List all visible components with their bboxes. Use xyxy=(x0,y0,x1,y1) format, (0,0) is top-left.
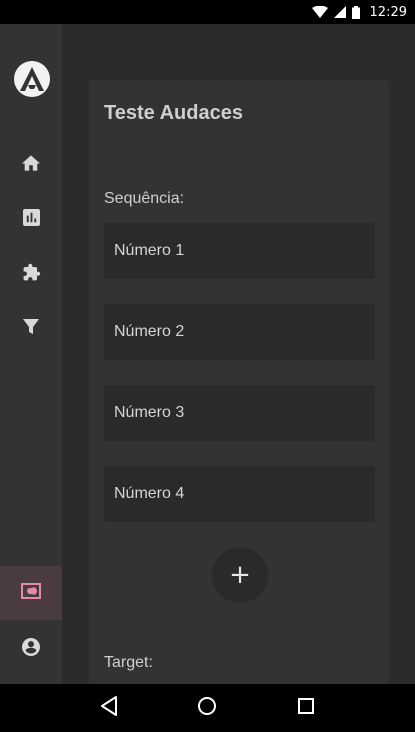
back-button[interactable] xyxy=(89,688,129,728)
card-title: Teste Audaces xyxy=(104,102,243,124)
clock: 12:29 xyxy=(369,4,407,20)
home-circle-icon xyxy=(197,696,217,721)
bar-chart-icon xyxy=(22,209,40,231)
sequence-label: Sequência: xyxy=(104,190,185,207)
sidebar-item-home[interactable] xyxy=(0,138,62,192)
navigation-bar xyxy=(0,684,415,732)
target-label: Target: xyxy=(104,654,153,671)
status-bar: 12:29 xyxy=(0,0,415,24)
add-number-button[interactable]: + xyxy=(212,547,268,603)
filter-icon xyxy=(23,318,39,340)
back-icon xyxy=(100,695,118,721)
home-icon xyxy=(22,154,40,176)
panorama-icon xyxy=(21,582,41,604)
sidebar-item-account[interactable] xyxy=(0,622,62,676)
battery-icon xyxy=(351,5,360,19)
account-circle-icon xyxy=(22,637,40,661)
sidebar-item-media[interactable] xyxy=(0,566,62,620)
number-field-2[interactable]: Número 2 xyxy=(104,304,375,360)
number-field-4[interactable]: Número 4 xyxy=(104,466,375,522)
form-card: Teste Audaces Sequência: Número 1 Número… xyxy=(89,80,389,684)
sidebar-item-extensions[interactable] xyxy=(0,248,62,302)
puzzle-icon xyxy=(22,263,41,287)
sidebar xyxy=(0,24,62,684)
home-button[interactable] xyxy=(187,688,227,728)
number-field-3[interactable]: Número 3 xyxy=(104,385,375,441)
wifi-icon xyxy=(311,6,328,18)
audaces-logo[interactable] xyxy=(14,61,50,97)
sidebar-item-reports[interactable] xyxy=(0,193,62,247)
main-content[interactable]: Teste Audaces Sequência: Número 1 Número… xyxy=(62,24,415,684)
sidebar-item-filter[interactable] xyxy=(0,302,62,356)
recents-button[interactable] xyxy=(286,688,326,728)
recents-icon xyxy=(297,697,315,720)
signal-icon xyxy=(333,6,346,18)
number-field-1[interactable]: Número 1 xyxy=(104,223,375,279)
